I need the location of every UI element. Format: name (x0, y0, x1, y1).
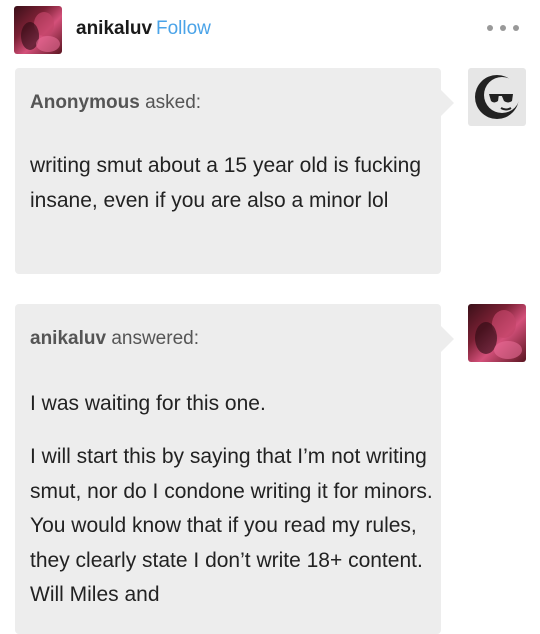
follow-button[interactable]: Follow (156, 18, 211, 40)
anonymous-sunglasses-avatar-icon (475, 75, 520, 119)
post-header: anikaluv Follow (0, 0, 540, 62)
asker-name: Anonymous (30, 92, 140, 113)
blog-avatar[interactable] (14, 6, 62, 54)
asker-line: Anonymous asked: (30, 92, 201, 114)
anonymous-avatar (468, 68, 526, 126)
avatar-photo (475, 310, 522, 359)
answerer-avatar[interactable] (468, 304, 526, 362)
answerer-line: anikaluv answered: (30, 328, 199, 350)
answer-bubble: anikaluv answered: I was waiting for thi… (15, 304, 454, 634)
asked-label: asked: (145, 92, 202, 113)
answer-paragraph: I was waiting for this one. (30, 392, 266, 415)
answer-paragraph: I will start this by saying that I’m not… (30, 445, 433, 606)
avatar-photo (21, 12, 60, 52)
answered-label: answered: (111, 328, 199, 349)
question-text: writing smut about a 15 year old is fuck… (30, 154, 422, 212)
blog-name[interactable]: anikaluv (76, 18, 152, 40)
question-bubble: Anonymous asked: writing smut about a 15… (15, 68, 454, 274)
answerer-name[interactable]: anikaluv (30, 328, 106, 349)
more-horizontal-icon[interactable] (487, 22, 519, 34)
